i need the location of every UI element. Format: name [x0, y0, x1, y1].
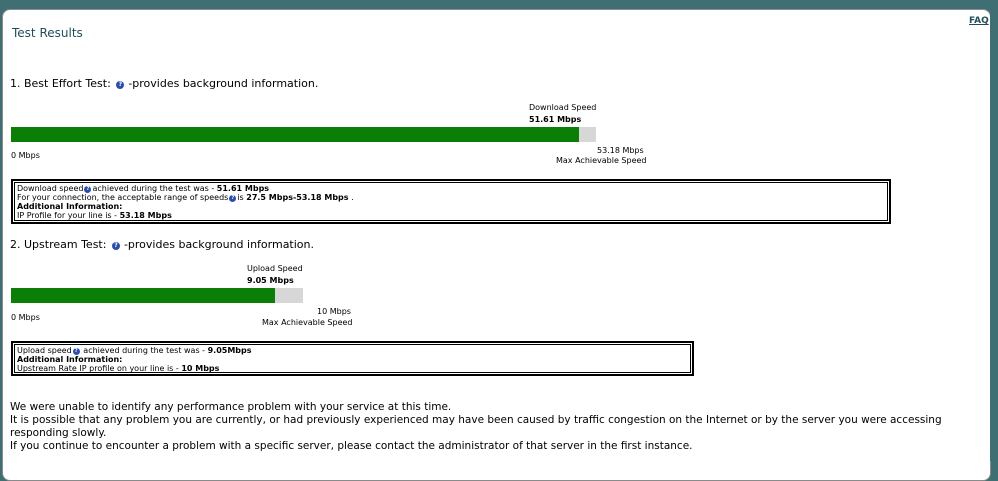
help-icon[interactable]: ?: [116, 81, 125, 89]
download-max-value: 53.18 Mbps: [597, 146, 644, 155]
upload-heading-text: 2. Upstream Test:: [10, 238, 107, 251]
download-speed-label: Download Speed: [529, 103, 597, 112]
upload-max-label: Max Achievable Speed: [262, 318, 353, 327]
upload-info-line1: Upload speed? achieved during the test w…: [17, 346, 688, 355]
help-icon[interactable]: ?: [111, 242, 120, 250]
upload-heading: 2. Upstream Test: ? -provides background …: [10, 238, 314, 251]
info-text: is: [237, 193, 247, 202]
upload-speed-bar: [11, 288, 303, 303]
help-icon[interactable]: ?: [72, 348, 80, 355]
info-text: achieved during the test was -: [92, 184, 217, 193]
help-icon[interactable]: ?: [229, 195, 237, 202]
info-text: Upstream Rate IP profile on your line is…: [17, 364, 182, 373]
download-heading: 1. Best Effort Test: ? -provides backgrou…: [10, 77, 318, 90]
upload-ip-profile-value: 10 Mbps: [181, 364, 220, 373]
upload-info-box: Upload speed? achieved during the test w…: [11, 341, 694, 376]
scrollbar[interactable]: [990, 9, 998, 461]
help-icon[interactable]: ?: [84, 186, 92, 193]
info-text: .: [348, 193, 354, 202]
page-title: Test Results: [12, 26, 83, 40]
download-info-line2: For your connection, the acceptable rang…: [17, 193, 885, 202]
upload-achieved-value: 9.05Mbps: [207, 346, 252, 355]
download-info-box: Download speed? achieved during the test …: [11, 179, 891, 224]
download-achieved-value: 51.61 Mbps: [216, 184, 270, 193]
download-min-label: 0 Mbps: [11, 151, 40, 160]
download-range-value: 27.5 Mbps-53.18 Mbps: [246, 193, 349, 202]
download-info-line1: Download speed? achieved during the test …: [17, 184, 885, 193]
result-message-line2: It is possible that any problem you are …: [10, 414, 942, 426]
download-heading-text: 1. Best Effort Test:: [10, 77, 111, 90]
result-message-line3: responding slowly.: [10, 427, 107, 439]
upload-info-line2: Additional Information:: [17, 355, 123, 364]
download-heading-suffix: -provides background information.: [128, 77, 319, 90]
info-text: For your connection, the acceptable rang…: [17, 193, 229, 202]
download-speed-bar-fill: [11, 127, 579, 142]
info-text: Upload speed: [17, 346, 72, 355]
download-ip-profile-value: 53.18 Mbps: [119, 211, 172, 220]
download-speed-bar: [11, 127, 596, 142]
upload-info-line3: Upstream Rate IP profile on your line is…: [17, 364, 688, 373]
upload-max-value: 10 Mbps: [317, 307, 351, 316]
upload-speed-value: 9.05 Mbps: [247, 276, 294, 285]
upload-speed-bar-fill: [11, 288, 276, 303]
upload-speed-label: Upload Speed: [247, 264, 303, 273]
download-speed-value: 51.61 Mbps: [529, 115, 582, 124]
result-message-line4: If you continue to encounter a problem w…: [10, 440, 693, 452]
info-text: Download speed: [17, 184, 84, 193]
result-message-line1: We were unable to identify any performan…: [10, 401, 452, 413]
info-text: IP Profile for your line is -: [17, 211, 120, 220]
upload-min-label: 0 Mbps: [11, 313, 40, 322]
download-max-label: Max Achievable Speed: [556, 156, 647, 165]
faq-link[interactable]: FAQ: [969, 16, 989, 26]
download-info-line3: Additional Information:: [17, 202, 123, 211]
info-text: achieved during the test was -: [80, 346, 208, 355]
download-info-line4: IP Profile for your line is - 53.18 Mbps: [17, 211, 885, 220]
upload-heading-suffix: -provides background information.: [123, 238, 314, 251]
